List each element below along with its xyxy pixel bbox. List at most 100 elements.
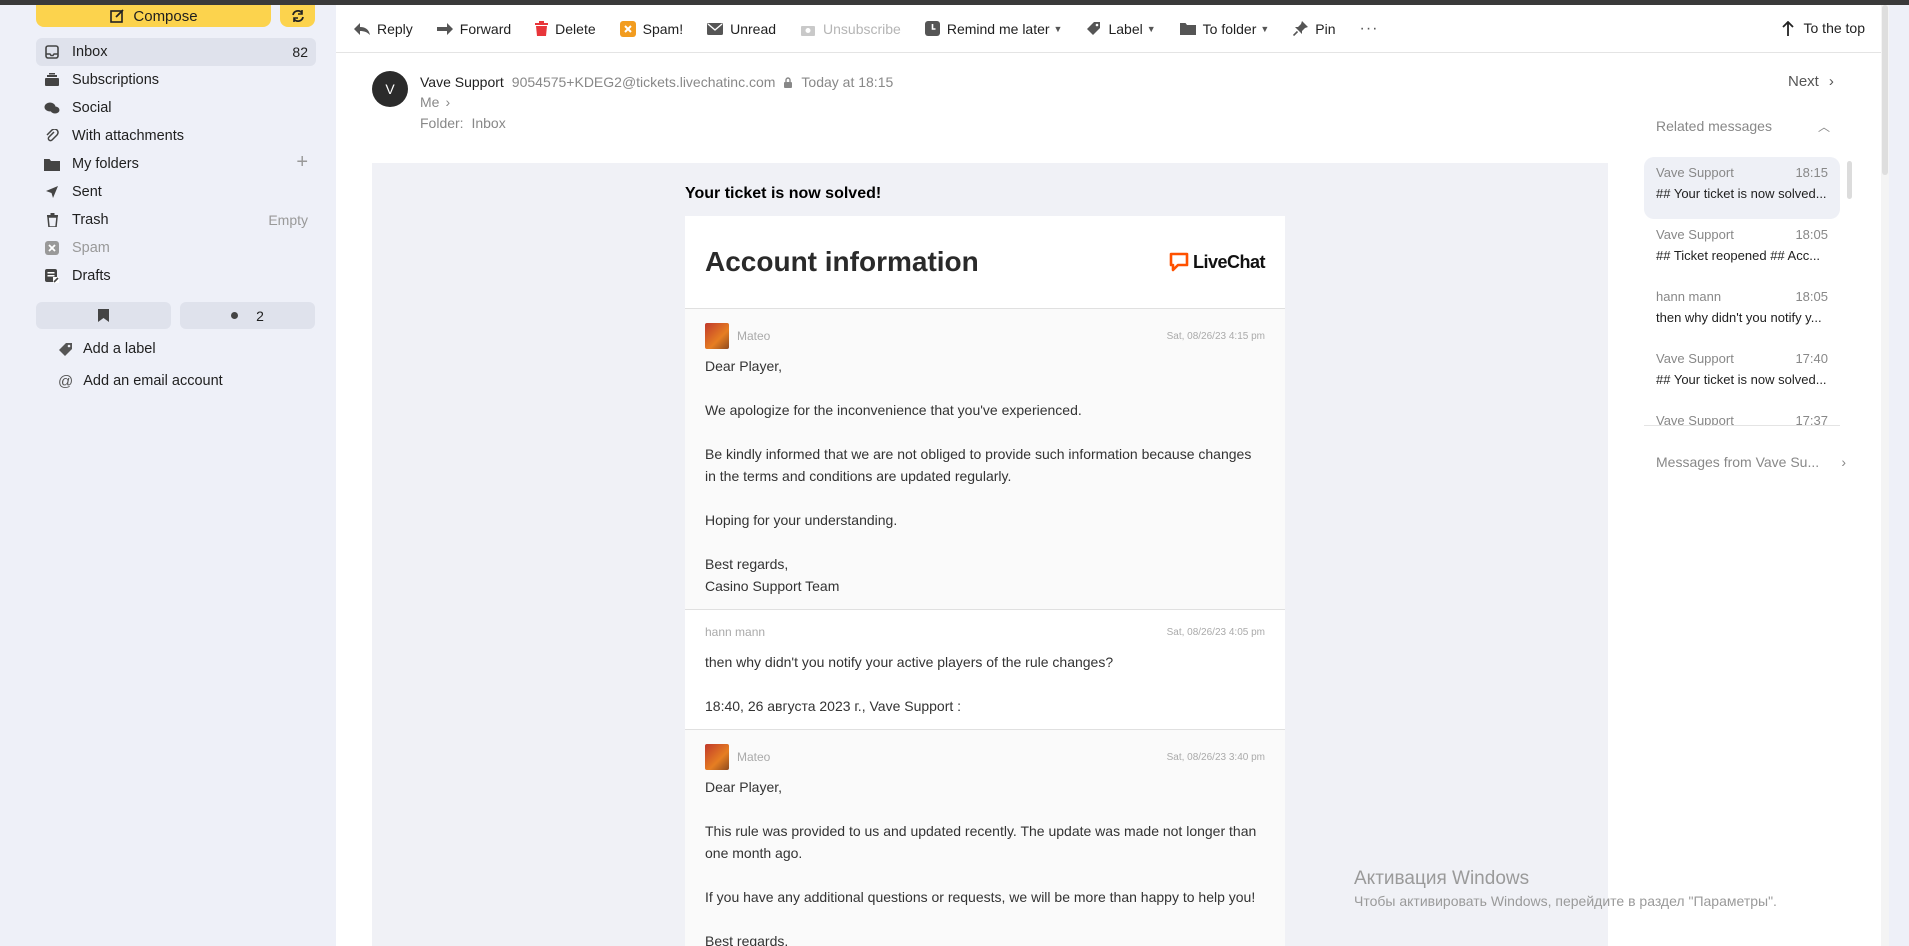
page-scrollbar[interactable] <box>1881 5 1889 946</box>
ticket-message: Mateo Sat, 08/26/23 3:40 pm Dear Player,… <box>685 730 1285 946</box>
folder-sent[interactable]: Sent <box>36 178 316 206</box>
paragraph: Hoping for your understanding. <box>705 512 898 528</box>
folder-social[interactable]: Social <box>36 94 316 122</box>
livechat-bubble-icon <box>1169 252 1189 272</box>
add-account-text: Add an email account <box>83 373 223 389</box>
scrollbar-thumb[interactable] <box>1882 5 1888 175</box>
paragraph: then why didn't you notify your active p… <box>705 654 1114 670</box>
delete-label: Delete <box>555 20 596 37</box>
related-header[interactable]: Related messages ︿ <box>1644 115 1840 137</box>
pin-icon <box>1293 21 1309 36</box>
spam-icon <box>619 20 636 37</box>
forward-button[interactable]: Forward <box>436 20 512 37</box>
recipient-line[interactable]: Me › <box>420 94 450 110</box>
related-scrollbar[interactable] <box>1847 161 1852 199</box>
empty-trash-link[interactable]: Empty <box>268 212 308 228</box>
card-heading: Account information <box>705 246 979 277</box>
folder-drafts[interactable]: Drafts <box>36 262 316 290</box>
message-author: Mateo <box>705 744 770 770</box>
to-top-label: To the top <box>1803 20 1866 36</box>
related-from: Vave Support <box>1656 413 1734 426</box>
sidebar: Compose Inbox 82 Subscriptions Social Wi… <box>0 5 330 946</box>
add-folder-plus-icon[interactable]: + <box>296 151 308 174</box>
bookmark-filter-button[interactable] <box>36 302 171 329</box>
watermark-title: Активация Windows <box>1354 868 1530 889</box>
forward-label: Forward <box>459 20 512 37</box>
related-from: hann mann <box>1656 289 1722 304</box>
add-label-link[interactable]: Add a label <box>58 337 156 361</box>
agent-avatar <box>705 744 729 770</box>
spam-icon <box>44 240 60 256</box>
folder-my-folders[interactable]: My folders + <box>36 150 316 178</box>
paragraph: Best regards, Casino Support Team <box>705 556 840 594</box>
spam-button[interactable]: Spam! <box>619 20 683 37</box>
agent-avatar <box>705 323 729 349</box>
trash-icon <box>535 21 549 36</box>
chevron-down-icon: ▼ <box>1260 23 1270 34</box>
pencil-icon <box>110 9 125 23</box>
folder-subscriptions[interactable]: Subscriptions <box>36 66 316 94</box>
folder-with-attachments[interactable]: With attachments <box>36 122 316 150</box>
folder-caption: Folder: <box>420 115 464 131</box>
message-date: Sat, 08/26/23 4:05 pm <box>1166 626 1265 638</box>
folder-inbox[interactable]: Inbox 82 <box>36 38 316 66</box>
messages-from-label: Messages from Vave Su... <box>1656 454 1820 470</box>
reply-button[interactable]: Reply <box>354 21 413 37</box>
label-button[interactable]: Label ▼ <box>1086 21 1156 37</box>
card-header: Account information LiveChat <box>685 216 1285 309</box>
sender-name[interactable]: Vave Support <box>420 74 504 90</box>
related-list: Vave Support 18:15 ## Your ticket is now … <box>1644 157 1840 426</box>
remind-later-button[interactable]: Remind me later ▼ <box>924 21 1062 37</box>
sender-email[interactable]: 9054575+KDEG2@tickets.livechatinc.com <box>512 74 776 90</box>
folder-list: Inbox 82 Subscriptions Social With attac… <box>36 38 316 290</box>
author-name: hann mann <box>705 625 766 639</box>
livechat-brand: LiveChat <box>1192 251 1266 272</box>
refresh-button[interactable] <box>280 5 315 27</box>
message-date: Sat, 08/26/23 3:40 pm <box>1166 751 1265 763</box>
message-view: Reply Forward Delete Spam! Unread Unsubs… <box>336 5 1889 946</box>
related-messages-panel: Related messages ︿ Vave Support 18:15 ## … <box>1644 115 1840 426</box>
folder-line: Folder: Inbox <box>420 115 506 131</box>
paragraph: If you have any additional questions or … <box>705 889 1256 905</box>
unsubscribe-button[interactable]: Unsubscribe <box>800 21 901 37</box>
to-the-top-button[interactable]: To the top <box>1781 20 1866 36</box>
paragraph: This rule was provided to us and updated… <box>705 823 1257 861</box>
more-actions-button[interactable]: ··· <box>1360 20 1379 38</box>
filter-row: 2 <box>36 302 315 329</box>
related-from: Vave Support <box>1656 351 1734 366</box>
unread-button[interactable]: Unread <box>707 21 776 37</box>
paragraph: 18:40, 26 августа 2023 г., Vave Support … <box>705 698 962 714</box>
messages-from-sender-link[interactable]: Messages from Vave Su... › <box>1656 454 1846 470</box>
related-time: 18:05 <box>1795 289 1828 304</box>
message-text: then why didn't you notify your active p… <box>705 651 1265 717</box>
folder-label: Subscriptions <box>72 72 160 88</box>
related-snippet: then why didn't you notify y... <box>1656 310 1822 325</box>
message-time: Today at 18:15 <box>801 74 894 90</box>
related-item[interactable]: Vave Support 17:40 ## Your ticket is now … <box>1644 343 1840 405</box>
related-item[interactable]: Vave Support 18:15 ## Your ticket is now … <box>1644 157 1840 219</box>
message-meta: Mateo Sat, 08/26/23 4:15 pm <box>705 323 1265 349</box>
related-from: Vave Support <box>1656 165 1734 180</box>
related-item[interactable]: Vave Support 17:37 <box>1644 405 1840 426</box>
add-label-text: Add a label <box>83 341 156 357</box>
add-email-account-link[interactable]: @ Add an email account <box>58 369 223 393</box>
message-body: Your ticket is now solved! Account infor… <box>372 163 1608 946</box>
inbox-icon <box>44 44 60 60</box>
next-message-link[interactable]: Next › <box>1788 73 1834 90</box>
reply-label: Reply <box>377 20 413 37</box>
lock-icon <box>784 76 793 88</box>
arrow-up-icon <box>1781 20 1794 36</box>
related-item[interactable]: hann mann 18:05 then why didn't you notif… <box>1644 281 1840 343</box>
paperclip-icon <box>44 128 60 144</box>
unread-filter-button[interactable]: 2 <box>180 302 315 329</box>
folder-trash[interactable]: Trash Empty <box>36 206 316 234</box>
to-folder-button[interactable]: To folder ▼ <box>1179 21 1270 37</box>
pin-button[interactable]: Pin <box>1293 21 1336 37</box>
message-text: Dear Player, This rule was provided to u… <box>705 776 1265 946</box>
compose-button[interactable]: Compose <box>36 5 271 27</box>
unsubscribe-label: Unsubscribe <box>823 20 901 37</box>
delete-button[interactable]: Delete <box>535 20 596 37</box>
chevron-down-icon: ▼ <box>1146 23 1156 34</box>
folder-spam[interactable]: Spam <box>36 234 316 262</box>
related-item[interactable]: Vave Support 18:05 ## Ticket reopened ## … <box>1644 219 1840 281</box>
